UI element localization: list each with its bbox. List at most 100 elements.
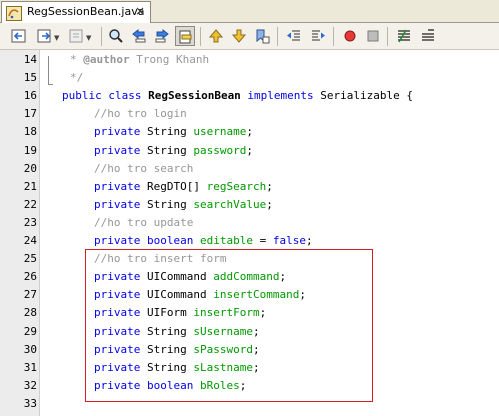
find-selection-button[interactable] xyxy=(175,26,195,46)
forward-icon xyxy=(37,29,51,43)
forward-button[interactable]: ▼ xyxy=(35,26,59,46)
previous-bookmark-button[interactable] xyxy=(206,26,226,46)
shift-right-button[interactable] xyxy=(308,26,328,46)
line-number: 18 xyxy=(23,125,37,139)
code-token: searchValue xyxy=(193,197,267,211)
code-token: Trong Khanh xyxy=(129,53,210,66)
code-token: username xyxy=(193,125,247,139)
uncomment-icon xyxy=(422,29,434,41)
code-line[interactable]: private RegDTO[] regSearch; xyxy=(94,180,273,193)
line-number: 25 xyxy=(23,252,37,266)
code-token: implements xyxy=(240,89,321,103)
chevron-down-icon[interactable]: ▼ xyxy=(54,34,59,42)
code-token: */ xyxy=(70,71,84,85)
line-number: 33 xyxy=(23,396,37,410)
find-previous-button[interactable] xyxy=(129,26,149,46)
code-token: private xyxy=(94,197,147,211)
stop-macro-button[interactable] xyxy=(363,26,383,46)
toggle-bookmark-button[interactable] xyxy=(252,26,272,46)
find-next-icon xyxy=(155,28,169,43)
code-line[interactable]: */ xyxy=(70,71,83,84)
close-tab-icon[interactable]: × xyxy=(135,4,145,18)
shift-right-icon xyxy=(312,30,325,41)
toolbar-separator xyxy=(101,27,102,46)
line-number: 22 xyxy=(23,197,37,211)
line-number: 26 xyxy=(23,270,37,284)
back-button[interactable] xyxy=(9,26,29,46)
line-number: 14 xyxy=(23,53,37,66)
uncomment-button[interactable] xyxy=(418,26,438,46)
code-line[interactable]: //ho tro search xyxy=(94,162,193,175)
code-token: String xyxy=(146,143,194,157)
toggle-bookmark-icon xyxy=(256,29,270,44)
line-number: 23 xyxy=(23,215,37,229)
find-icon xyxy=(109,29,123,43)
code-line[interactable]: private boolean editable = false; xyxy=(94,234,313,247)
back-icon xyxy=(11,29,26,43)
code-token: //ho tro login xyxy=(94,107,187,121)
line-number: 30 xyxy=(23,342,37,356)
record-macro-icon xyxy=(344,30,356,42)
code-line[interactable]: private String searchValue; xyxy=(94,198,273,211)
chevron-down-icon[interactable]: ▼ xyxy=(86,34,91,42)
next-bookmark-icon xyxy=(231,29,247,43)
comment-button[interactable] xyxy=(394,26,414,46)
toolbar-separator xyxy=(277,27,278,46)
code-token: private xyxy=(94,179,147,193)
code-token: @author xyxy=(83,53,130,66)
code-token: ; xyxy=(266,197,273,211)
fold-marker[interactable] xyxy=(48,56,49,84)
code-line[interactable]: public class RegSessionBean implements S… xyxy=(62,89,413,102)
toolbar-separator xyxy=(200,27,201,46)
code-line[interactable]: //ho tro login xyxy=(94,107,187,120)
line-number: 20 xyxy=(23,161,37,175)
code-line[interactable]: //ho tro update xyxy=(94,216,193,229)
code-token: String xyxy=(146,197,194,211)
record-macro-button[interactable] xyxy=(340,26,360,46)
code-token: private xyxy=(94,125,147,139)
history-button[interactable]: ▼ xyxy=(67,26,91,46)
find-selection-icon xyxy=(179,30,192,44)
code-token: = xyxy=(252,234,273,247)
line-number: 15 xyxy=(23,71,37,85)
fold-marker-end xyxy=(48,84,53,85)
shift-left-icon xyxy=(287,30,300,41)
line-number: 31 xyxy=(23,360,37,374)
next-bookmark-button[interactable] xyxy=(229,26,249,46)
tab-regsessionbean[interactable]: RegSessionBean.java × xyxy=(1,1,151,23)
java-file-icon xyxy=(6,6,22,24)
code-token: * xyxy=(70,53,84,66)
line-number: 16 xyxy=(23,89,37,103)
line-number: 21 xyxy=(23,179,37,193)
shift-left-button[interactable] xyxy=(284,26,304,46)
code-token: ; xyxy=(246,143,253,157)
line-number: 17 xyxy=(23,107,37,121)
code-line[interactable]: private String password; xyxy=(94,144,253,157)
code-token: RegDTO[] xyxy=(146,179,207,193)
code-token: false xyxy=(272,234,306,247)
code-token: password xyxy=(193,143,247,157)
code-token: RegSessionBean xyxy=(148,89,241,103)
toolbar-separator xyxy=(333,27,334,46)
code-token: regSearch xyxy=(206,179,267,193)
line-number: 29 xyxy=(23,324,37,338)
editor-tab-bar: RegSessionBean.java × xyxy=(0,0,499,23)
line-number: 28 xyxy=(23,306,37,320)
comment-icon xyxy=(398,29,410,43)
code-token: private xyxy=(94,143,147,157)
code-token: ; xyxy=(266,179,273,193)
stop-macro-icon xyxy=(367,30,379,42)
tab-label: RegSessionBean.java xyxy=(27,5,145,18)
line-number: 27 xyxy=(23,288,37,302)
code-line[interactable]: private String username; xyxy=(94,125,253,138)
code-token: Serializable { xyxy=(320,89,414,103)
code-token: //ho tro search xyxy=(94,161,194,175)
code-token: editable xyxy=(199,234,253,247)
find-next-button[interactable] xyxy=(152,26,172,46)
line-number: 24 xyxy=(23,234,37,247)
toolbar-separator xyxy=(387,27,388,46)
code-line[interactable]: * @author Trong Khanh xyxy=(70,53,209,66)
find-button[interactable] xyxy=(106,26,126,46)
code-token: ; xyxy=(246,125,253,139)
editor-toolbar: ▼ ▼ xyxy=(0,23,499,50)
